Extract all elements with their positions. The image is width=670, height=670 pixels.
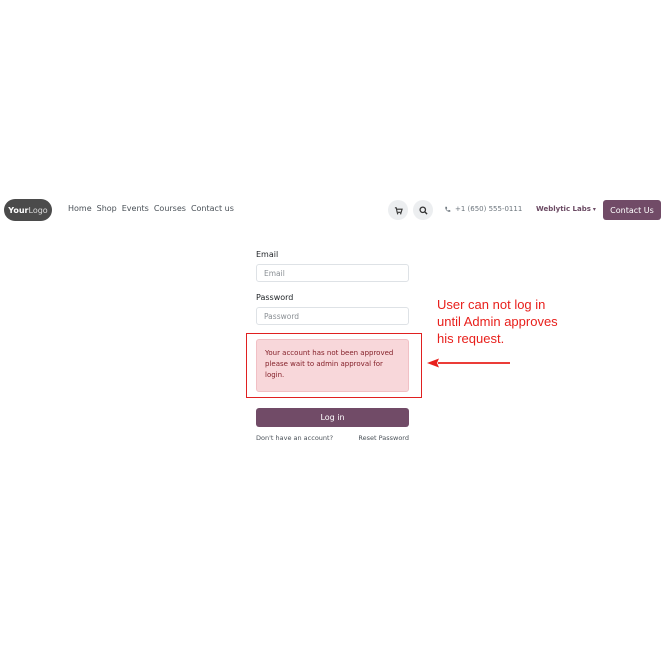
nav-link-events[interactable]: Events: [122, 204, 149, 213]
login-button[interactable]: Log in: [256, 408, 409, 427]
email-label: Email: [256, 250, 279, 259]
annotation-line-2: until Admin approves: [437, 314, 558, 329]
phone-number: +1 (650) 555-0111: [455, 205, 523, 213]
annotation-highlight-box: [246, 333, 422, 398]
nav-link-contact-us[interactable]: Contact us: [191, 204, 234, 213]
signup-link[interactable]: Don't have an account?: [256, 434, 333, 442]
nav-links: Home Shop Events Courses Contact us: [68, 204, 234, 213]
email-input[interactable]: [256, 264, 409, 282]
login-form: Email Password: [256, 250, 409, 336]
search-icon: [418, 205, 428, 215]
annotation-line-1: User can not log in: [437, 297, 546, 312]
phone-contact[interactable]: +1 (650) 555-0111: [444, 205, 522, 213]
caret-down-icon: ▾: [592, 206, 596, 213]
annotation-note: User can not log in until Admin approves…: [437, 296, 558, 347]
cart-icon: [394, 206, 403, 214]
nav-link-home[interactable]: Home: [68, 204, 92, 213]
annotation-line-3: his request.: [437, 331, 505, 346]
reset-password-link[interactable]: Reset Password: [358, 434, 409, 442]
nav-link-shop[interactable]: Shop: [97, 204, 117, 213]
password-input[interactable]: [256, 307, 409, 325]
logo-part1: Your: [8, 205, 29, 215]
form-links: Don't have an account? Reset Password: [256, 434, 409, 442]
nav-link-courses[interactable]: Courses: [154, 204, 186, 213]
annotation-arrow-icon: [427, 358, 510, 368]
logo-part2: Logo: [28, 205, 48, 215]
cart-button[interactable]: [388, 200, 408, 220]
contact-us-button[interactable]: Contact Us: [603, 200, 661, 220]
navbar: Your Logo Home Shop Events Courses Contac…: [0, 196, 670, 226]
company-name: Weblytic Labs: [536, 205, 591, 213]
password-label: Password: [256, 293, 294, 302]
company-dropdown[interactable]: Weblytic Labs ▾: [536, 205, 596, 213]
logo[interactable]: Your Logo: [4, 199, 52, 221]
search-button[interactable]: [413, 200, 433, 220]
phone-icon: [445, 206, 451, 212]
